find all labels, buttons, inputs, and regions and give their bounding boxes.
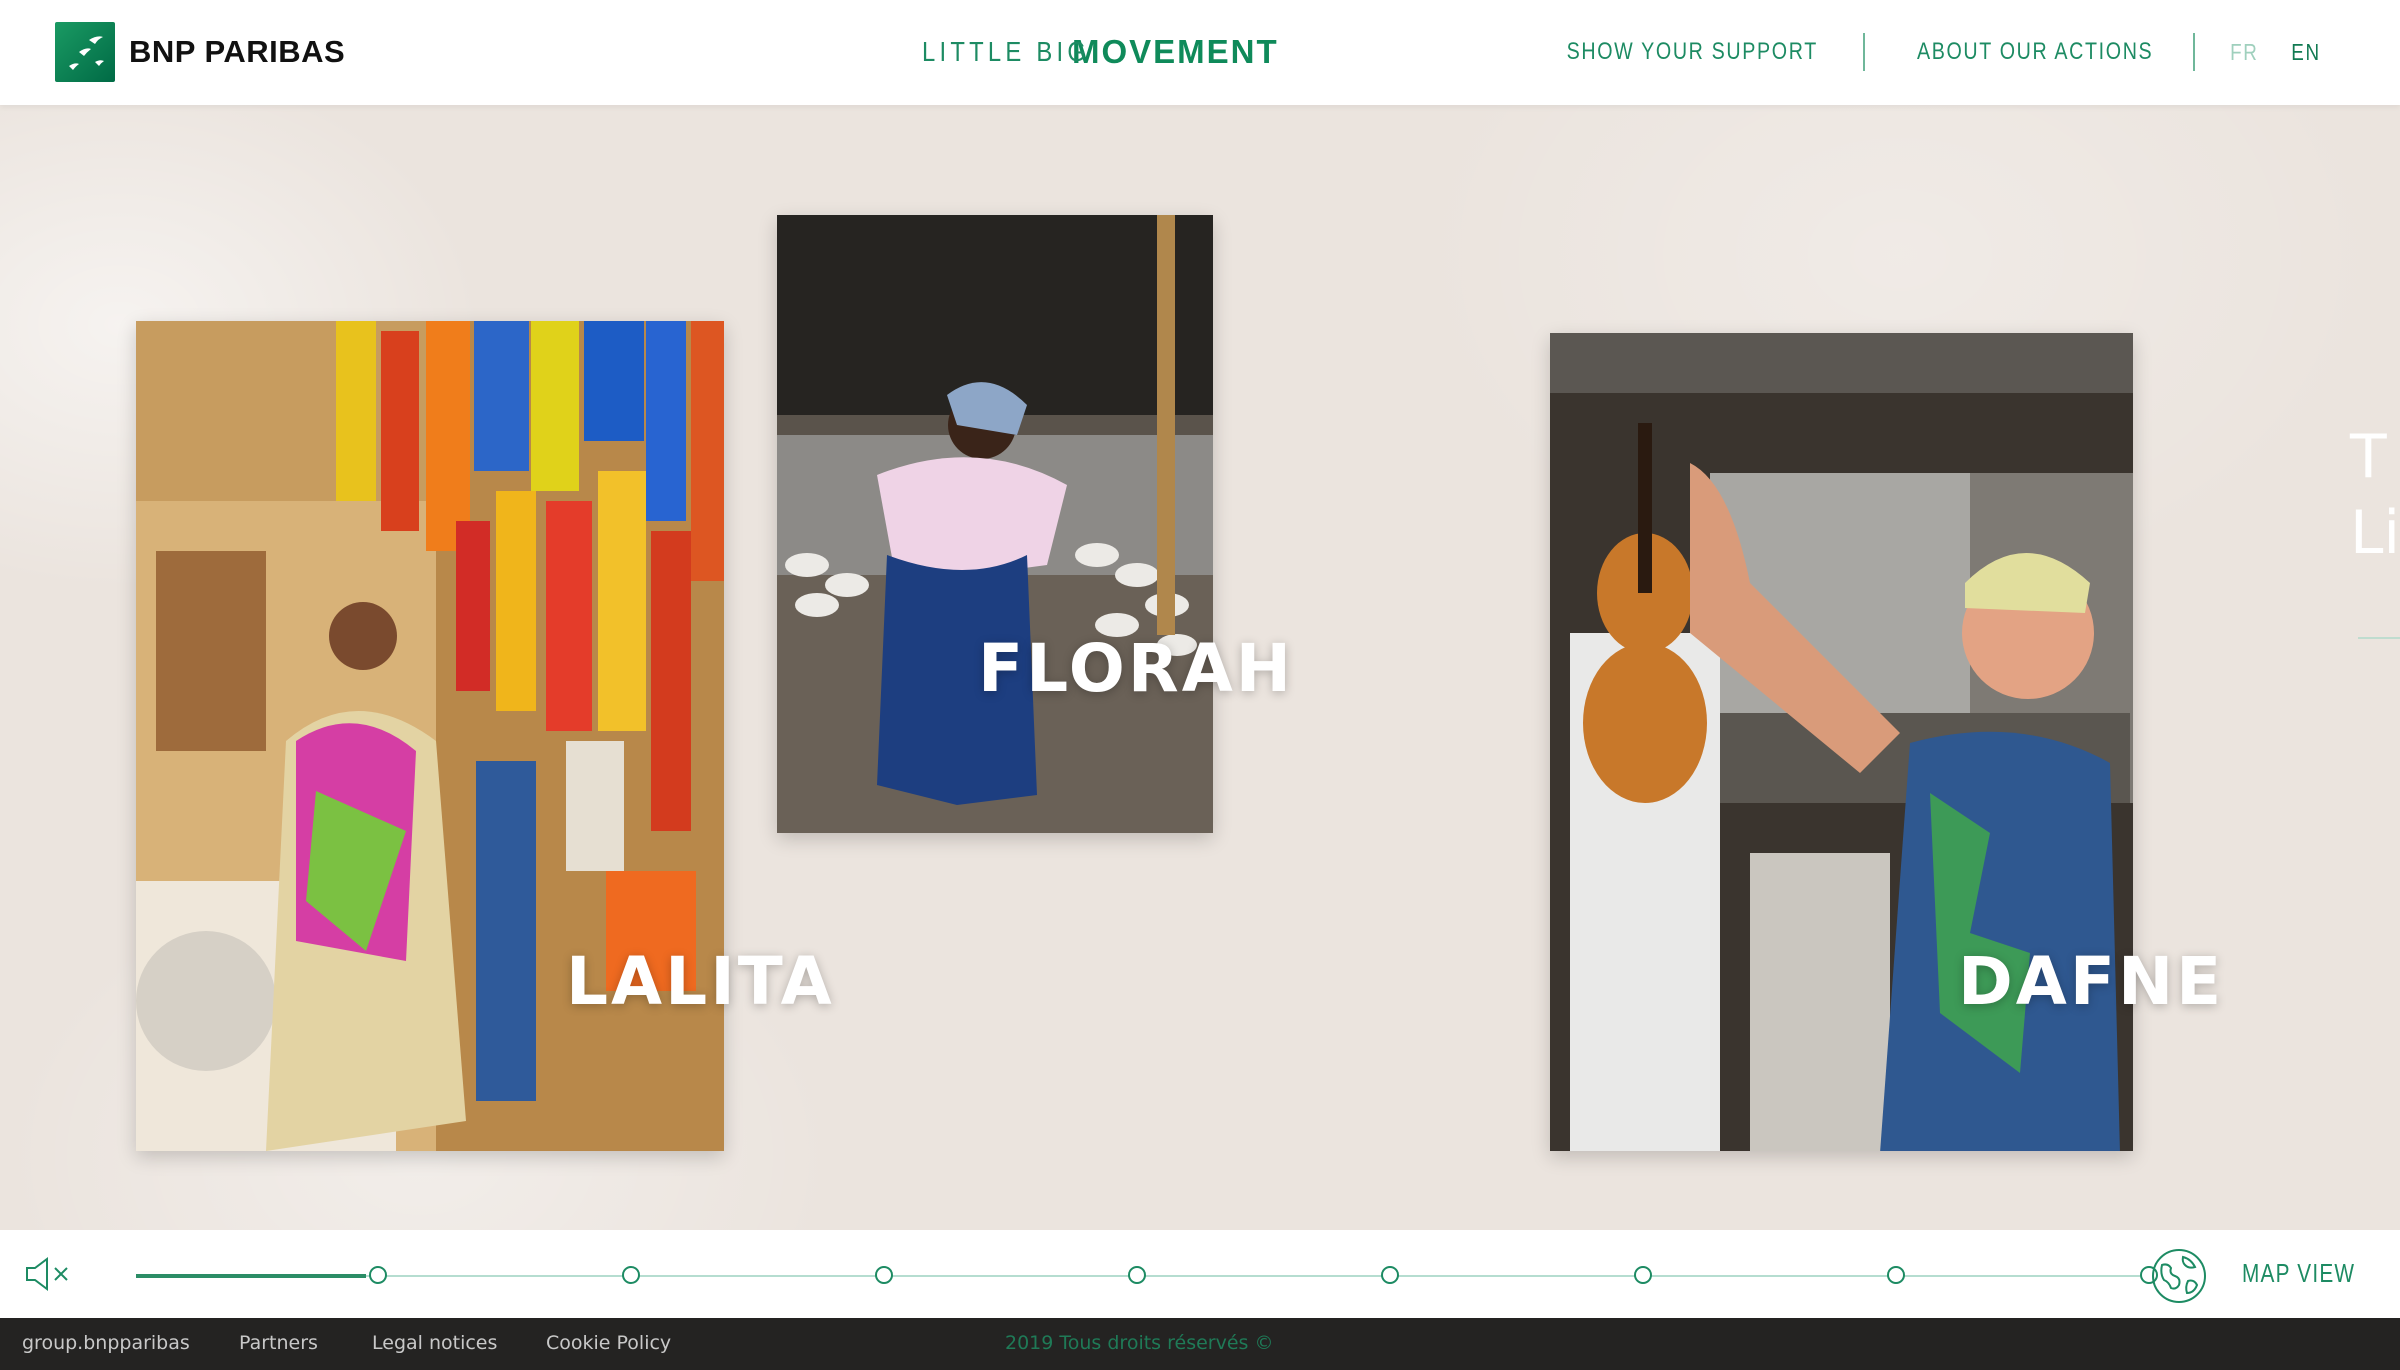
portrait-card-lalita[interactable] bbox=[136, 321, 724, 1151]
footer-link-cookie-policy[interactable]: Cookie Policy bbox=[546, 1332, 671, 1354]
portrait-photo-dafne bbox=[1550, 333, 2133, 1151]
portrait-card-florah[interactable] bbox=[777, 215, 1213, 833]
brand-name: BNP PARIBAS bbox=[129, 34, 346, 69]
speaker-muted-icon bbox=[26, 1257, 68, 1291]
footer-copyright: 2019 Tous droits réservés © bbox=[1005, 1332, 1274, 1354]
timeline-stop[interactable] bbox=[1634, 1266, 1652, 1284]
footer-link-group[interactable]: group.bnpparibas bbox=[22, 1332, 190, 1354]
nav-divider bbox=[2193, 33, 2196, 71]
globe-icon bbox=[2152, 1249, 2206, 1303]
timeline-bar: MAP VIEW bbox=[0, 1230, 2400, 1318]
portrait-name-florah[interactable]: FLORAH bbox=[978, 630, 1294, 707]
language-fr[interactable]: FR bbox=[2230, 39, 2258, 66]
site-title-bold: MOVEMENT bbox=[1072, 33, 1279, 70]
site-title[interactable]: LITTLE BIG MOVEMENT bbox=[922, 30, 1279, 74]
portrait-photo-florah bbox=[777, 215, 1213, 833]
timeline-stop[interactable] bbox=[622, 1266, 640, 1284]
site-title-light: LITTLE BIG bbox=[922, 36, 1091, 67]
next-portrait-peek-line1[interactable]: T bbox=[2350, 427, 2387, 487]
nav-divider bbox=[1863, 33, 1866, 71]
footer-link-legal-notices[interactable]: Legal notices bbox=[372, 1332, 497, 1354]
timeline-stop[interactable] bbox=[1128, 1266, 1146, 1284]
mute-toggle-button[interactable] bbox=[24, 1254, 74, 1294]
site-footer: group.bnpparibas Partners Legal notices … bbox=[0, 1318, 2400, 1370]
portrait-card-dafne[interactable] bbox=[1550, 333, 2133, 1151]
timeline-stop[interactable] bbox=[1381, 1266, 1399, 1284]
portrait-photo-lalita bbox=[136, 321, 724, 1151]
timeline-stop[interactable] bbox=[875, 1266, 893, 1284]
map-view-label[interactable]: MAP VIEW bbox=[2242, 1258, 2355, 1289]
brand-logo[interactable]: BNP PARIBAS bbox=[55, 22, 345, 82]
language-en[interactable]: EN bbox=[2291, 39, 2320, 66]
bnp-stars-logo-icon bbox=[55, 22, 115, 82]
site-header: BNP PARIBAS LITTLE BIG MOVEMENT SHOW YOU… bbox=[0, 0, 2400, 105]
footer-link-partners[interactable]: Partners bbox=[239, 1332, 318, 1354]
nav-about-our-actions[interactable]: ABOUT OUR ACTIONS bbox=[1917, 38, 2153, 66]
timeline-stop[interactable] bbox=[369, 1266, 387, 1284]
main-nav: SHOW YOUR SUPPORT ABOUT OUR ACTIONS FR E… bbox=[1539, 30, 2400, 74]
portraits-stage: LALITA FLORAH DAFNE T Li bbox=[0, 105, 2400, 1230]
nav-show-your-support[interactable]: SHOW YOUR SUPPORT bbox=[1566, 38, 1817, 66]
map-view-button[interactable] bbox=[2150, 1247, 2208, 1305]
next-portrait-peek-underline bbox=[2358, 637, 2400, 639]
next-portrait-peek-line2[interactable]: Li bbox=[2350, 503, 2400, 563]
portrait-name-lalita[interactable]: LALITA bbox=[566, 943, 835, 1020]
timeline-progress bbox=[136, 1274, 366, 1278]
timeline-stop[interactable] bbox=[1887, 1266, 1905, 1284]
portrait-name-dafne[interactable]: DAFNE bbox=[1958, 943, 2224, 1020]
